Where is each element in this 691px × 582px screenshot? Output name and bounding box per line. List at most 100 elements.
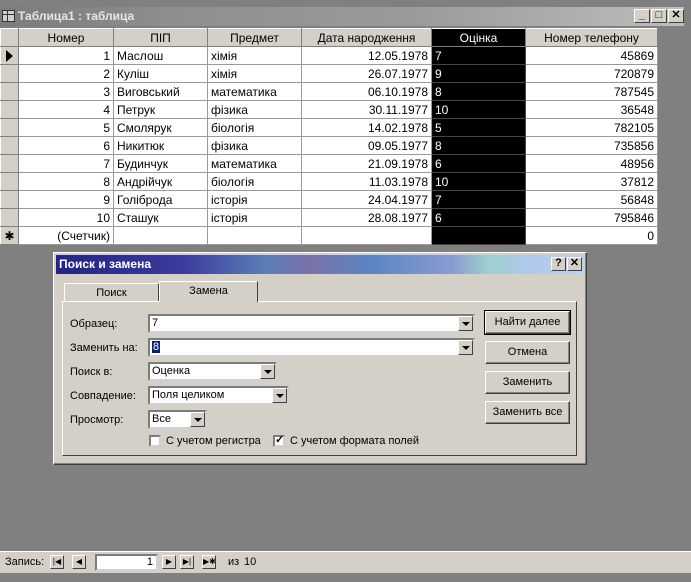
dialog-close-button[interactable]: ✕ (567, 257, 582, 271)
table-cell[interactable]: 24.04.1977 (301, 190, 432, 209)
table-cell[interactable]: Куліш (113, 64, 208, 83)
table-window-titlebar[interactable]: Таблица1 : таблица _ □ ✕ (0, 7, 684, 26)
new-record-icon[interactable]: ▶✱ (202, 555, 216, 569)
table-cell[interactable]: Будинчук (113, 154, 208, 173)
table-cell[interactable]: 795846 (525, 208, 658, 227)
maximize-button[interactable]: □ (651, 9, 667, 23)
table-cell[interactable]: Голіброда (113, 190, 208, 209)
table-cell[interactable]: 11.03.1978 (301, 172, 432, 191)
replace-button[interactable]: Заменить (485, 371, 570, 394)
table-row[interactable]: 1 Маслош хімія 12.05.1978 7 45869 (0, 46, 658, 65)
table-cell[interactable]: Сташук (113, 208, 208, 227)
cancel-button[interactable]: Отмена (485, 341, 570, 364)
look-in-select[interactable]: Оценка (148, 362, 277, 381)
table-cell[interactable]: 6 (431, 208, 526, 227)
tab-replace[interactable]: Замена (159, 281, 258, 302)
minimize-button[interactable]: _ (634, 9, 650, 23)
table-cell[interactable]: біологія (207, 172, 302, 191)
table-cell[interactable]: фізика (207, 136, 302, 155)
tab-find[interactable]: Поиск (64, 283, 159, 301)
table-cell[interactable]: Смолярук (113, 118, 208, 137)
row-selector[interactable] (0, 190, 19, 209)
row-selector[interactable] (0, 118, 19, 137)
table-cell[interactable] (301, 226, 432, 245)
table-cell[interactable]: Маслош (113, 46, 208, 65)
table-row[interactable]: 6 Никитюк фізика 09.05.1977 8 735856 (0, 136, 658, 155)
table-cell[interactable]: 5 (431, 118, 526, 137)
table-row[interactable]: 8 Андрійчук біологія 11.03.1978 10 37812 (0, 172, 658, 191)
table-cell[interactable]: 3 (18, 82, 114, 101)
row-selector[interactable] (0, 154, 19, 173)
column-header[interactable]: ПІП (113, 28, 208, 47)
table-cell[interactable]: (Счетчик) (18, 226, 114, 245)
table-row[interactable]: 2 Куліш хімія 26.07.1977 9 720879 (0, 64, 658, 83)
row-selector[interactable] (0, 46, 19, 65)
table-cell[interactable]: Андрійчук (113, 172, 208, 191)
table-cell[interactable] (207, 226, 302, 245)
table-cell[interactable]: 6 (431, 154, 526, 173)
column-header[interactable]: Предмет (207, 28, 302, 47)
table-cell[interactable]: 7 (431, 46, 526, 65)
table-cell[interactable]: історія (207, 190, 302, 209)
select-all-corner[interactable] (0, 28, 19, 47)
table-cell[interactable]: 782105 (525, 118, 658, 137)
table-cell[interactable]: біологія (207, 118, 302, 137)
table-cell[interactable]: 1 (18, 46, 114, 65)
table-cell[interactable]: 30.11.1977 (301, 100, 432, 119)
row-selector[interactable] (0, 208, 19, 227)
replace-all-button[interactable]: Заменить все (485, 401, 570, 424)
table-cell[interactable]: 9 (431, 64, 526, 83)
search-formatted-checkbox[interactable] (273, 433, 285, 447)
replace-with-combo[interactable]: 8 (148, 338, 475, 357)
table-cell[interactable]: 2 (18, 64, 114, 83)
table-row[interactable]: 5 Смолярук біологія 14.02.1978 5 782105 (0, 118, 658, 137)
table-cell[interactable]: хімія (207, 46, 302, 65)
table-cell[interactable]: 48956 (525, 154, 658, 173)
table-cell[interactable]: Петрук (113, 100, 208, 119)
table-cell[interactable]: 10 (431, 100, 526, 119)
table-row[interactable]: 3 Виговський математика 06.10.1978 8 787545 (0, 82, 658, 101)
table-cell[interactable]: 8 (431, 136, 526, 155)
table-cell[interactable]: 26.07.1977 (301, 64, 432, 83)
table-row[interactable]: 10 Сташук історія 28.08.1977 6 795846 (0, 208, 658, 227)
help-button[interactable]: ? (551, 257, 566, 271)
table-cell[interactable]: 10 (18, 208, 114, 227)
chevron-down-icon[interactable] (260, 364, 275, 379)
new-record-row[interactable]: ✱ (Счетчик) 0 (0, 226, 658, 245)
match-select[interactable]: Поля целиком (148, 386, 289, 405)
row-selector[interactable] (0, 172, 19, 191)
table-cell[interactable]: 7 (18, 154, 114, 173)
table-cell[interactable]: 787545 (525, 82, 658, 101)
table-cell[interactable]: 12.05.1978 (301, 46, 432, 65)
table-cell[interactable]: 0 (525, 226, 658, 245)
column-header[interactable]: Оцінка (431, 28, 526, 47)
table-cell[interactable]: 56848 (525, 190, 658, 209)
table-cell[interactable]: Виговський (113, 82, 208, 101)
first-record-icon[interactable]: |◀ (50, 555, 64, 569)
search-direction-select[interactable]: Все (148, 410, 207, 429)
table-cell[interactable]: 21.09.1978 (301, 154, 432, 173)
table-cell[interactable]: 06.10.1978 (301, 82, 432, 101)
column-header[interactable]: Дата народження (301, 28, 432, 47)
table-cell[interactable]: Никитюк (113, 136, 208, 155)
table-cell[interactable]: 8 (18, 172, 114, 191)
table-row[interactable]: 4 Петрук фізика 30.11.1977 10 36548 (0, 100, 658, 119)
table-cell[interactable]: 720879 (525, 64, 658, 83)
table-cell[interactable]: 36548 (525, 100, 658, 119)
table-cell[interactable]: 6 (18, 136, 114, 155)
chevron-down-icon[interactable] (458, 340, 473, 355)
table-cell[interactable]: математика (207, 154, 302, 173)
row-selector[interactable] (0, 82, 19, 101)
close-button[interactable]: ✕ (668, 9, 684, 23)
table-cell[interactable]: 10 (431, 172, 526, 191)
table-cell[interactable]: 28.08.1977 (301, 208, 432, 227)
chevron-down-icon[interactable] (190, 412, 205, 427)
column-header[interactable]: Номер (18, 28, 114, 47)
table-cell[interactable]: 09.05.1977 (301, 136, 432, 155)
find-what-combo[interactable]: 7 (148, 314, 475, 333)
table-row[interactable]: 7 Будинчук математика 21.09.1978 6 48956 (0, 154, 658, 173)
table-cell[interactable]: 9 (18, 190, 114, 209)
table-cell[interactable]: 37812 (525, 172, 658, 191)
row-selector[interactable] (0, 64, 19, 83)
previous-record-icon[interactable]: ◀ (72, 555, 86, 569)
